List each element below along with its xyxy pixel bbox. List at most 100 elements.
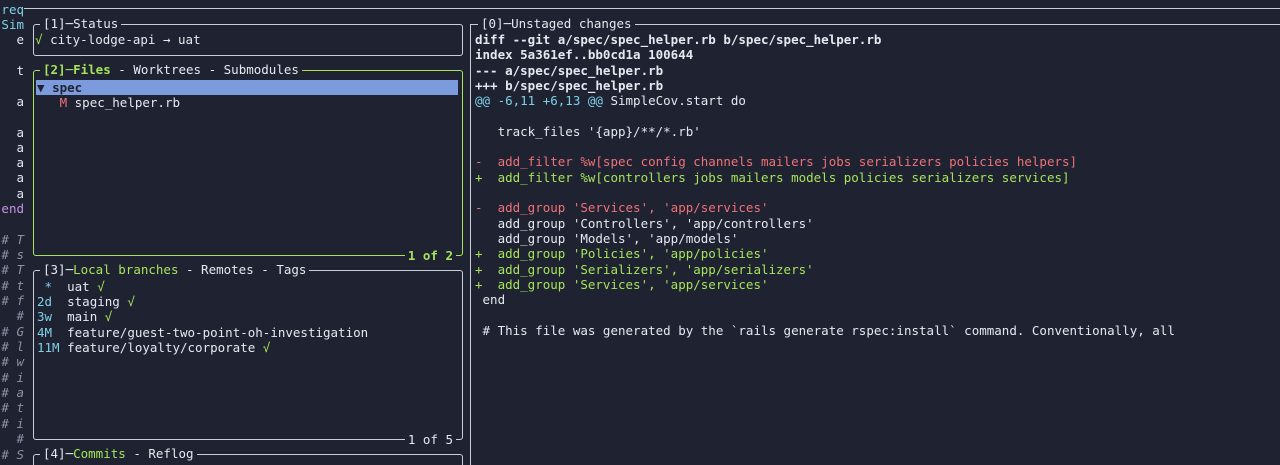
- diff-line[interactable]: diff --git a/spec/spec_helper.rb b/spec/…: [475, 32, 881, 47]
- diff-panel-border-left: [470, 24, 471, 465]
- gutter-line: # s: [1, 247, 24, 262]
- gutter-line: # T: [1, 232, 24, 247]
- file-tree-dir-row[interactable]: ▼ spec: [34, 80, 462, 95]
- branch-name: main: [67, 309, 98, 324]
- diff-text: - add_group 'Services', 'app/services': [475, 200, 769, 216]
- gutter-line: t: [16, 63, 24, 78]
- diff-text: + add_group 'Serializers', 'app/serializ…: [475, 261, 814, 277]
- gutter-line: a: [16, 170, 24, 185]
- check-icon: √: [262, 340, 271, 355]
- tab-reflog[interactable]: Reflog: [148, 446, 193, 461]
- check-icon: √: [127, 294, 135, 309]
- diff-panel-title: [0]─Unstaged changes: [478, 16, 635, 31]
- diff-text: index 5a361ef..bb0cd1a 100644: [475, 47, 694, 63]
- branch-row[interactable]: * uat √: [37, 279, 105, 294]
- tab-local-branches[interactable]: Local branches: [73, 262, 178, 277]
- tab-commits[interactable]: Commits: [73, 446, 126, 461]
- diff-line[interactable]: @@ -6,11 +6,13 @@ SimpleCov.start do: [475, 93, 746, 108]
- diff-text: - add_filter %w[spec config channels mai…: [475, 154, 1078, 170]
- diff-text: end: [475, 292, 506, 308]
- diff-line[interactable]: # This file was generated by the `rails …: [475, 323, 1175, 338]
- branch-row[interactable]: 11M feature/loyalty/corporate √: [37, 340, 270, 355]
- diff-line[interactable]: end: [475, 292, 506, 308]
- branches-panel-title: [3]─Local branches - Remotes - Tags: [40, 262, 310, 277]
- branch-row[interactable]: 3w main √: [37, 309, 112, 324]
- branch-age: *: [37, 279, 53, 294]
- gutter-line: # w: [1, 354, 24, 369]
- gutter-line: #: [16, 308, 24, 323]
- gutter-line: a: [16, 94, 24, 109]
- tab-remotes[interactable]: Remotes: [201, 262, 254, 277]
- branch-age: 4M: [37, 325, 53, 340]
- diff-text: + add_group 'Services', 'app/services': [475, 276, 769, 292]
- diff-text: add_group 'Controllers', 'app/controller…: [475, 215, 814, 231]
- gutter-line: #: [16, 431, 24, 446]
- diff-line[interactable]: --- a/spec/spec_helper.rb: [475, 63, 663, 78]
- branches-panel[interactable]: [3]─Local branches - Remotes - Tags * ua…: [33, 262, 463, 447]
- hunk-header: @@ -6,11 +6,13 @@: [475, 93, 603, 109]
- diff-line[interactable]: +++ b/spec/spec_helper.rb: [475, 78, 663, 93]
- tab-files[interactable]: Files: [73, 62, 111, 77]
- repo-name: city-lodge-api: [50, 32, 156, 47]
- branch-age: 3w: [37, 309, 53, 324]
- diff-line[interactable]: track_files '{app}/**/*.rb': [475, 124, 701, 139]
- gutter-line: # l: [1, 339, 24, 354]
- diff-line[interactable]: - add_filter %w[spec config channels mai…: [475, 154, 1077, 169]
- files-panel-title: [2]─Files - Worktrees - Submodules: [40, 62, 302, 77]
- diff-line[interactable]: + add_group 'Serializers', 'app/serializ…: [475, 262, 814, 277]
- check-icon: √: [97, 279, 105, 294]
- file-name: spec_helper.rb: [74, 95, 180, 110]
- tab-worktrees[interactable]: Worktrees: [133, 62, 201, 77]
- gutter-line: a: [16, 155, 24, 170]
- diff-line[interactable]: index 5a361ef..bb0cd1a 100644: [475, 47, 693, 62]
- gutter-line: a: [16, 140, 24, 155]
- files-panel[interactable]: [2]─Files - Worktrees - Submodules ▼ spe…: [33, 62, 463, 263]
- diff-text: --- a/spec/spec_helper.rb: [475, 62, 664, 78]
- diff-text: track_files '{app}/**/*.rb': [475, 123, 701, 139]
- gutter-line: req: [1, 2, 24, 17]
- diff-line[interactable]: + add_filter %w[controllers jobs mailers…: [475, 170, 1070, 185]
- gutter-line: Sim: [1, 17, 24, 32]
- gutter-line: a: [16, 186, 24, 201]
- hunk-context: SimpleCov.start do: [602, 93, 746, 109]
- diff-text: add_group 'Models', 'app/models': [475, 230, 739, 246]
- diff-view[interactable]: diff --git a/spec/spec_helper.rb b/spec/…: [475, 32, 1275, 352]
- status-panel[interactable]: [1]─Status √ city-lodge-api → uat: [33, 16, 463, 56]
- gutter-line: # t: [1, 400, 24, 415]
- file-status-badge: M: [59, 95, 68, 110]
- branch-age: 11M: [37, 340, 60, 355]
- diff-text: + add_group 'Policies', 'app/policies': [475, 246, 769, 262]
- gutter-line: a: [16, 125, 24, 140]
- gutter-line: # G: [1, 324, 24, 339]
- branch-row[interactable]: 4M feature/guest-two-point-oh-investigat…: [37, 325, 368, 340]
- gutter-line: # i: [1, 370, 24, 385]
- tab-tags[interactable]: Tags: [276, 262, 306, 277]
- dir-name: spec: [52, 80, 83, 95]
- branches-panel-footer: 1 of 5: [404, 432, 456, 447]
- diff-text: +++ b/spec/spec_helper.rb: [475, 77, 664, 93]
- branch-row[interactable]: 2d staging √: [37, 294, 135, 309]
- commits-panel-title: [4]─Commits - Reflog: [40, 446, 197, 461]
- diff-text: + add_filter %w[controllers jobs mailers…: [475, 169, 1070, 185]
- gutter-line: # S: [1, 447, 24, 462]
- tab-submodules[interactable]: Submodules: [224, 62, 299, 77]
- diff-line[interactable]: + add_group 'Policies', 'app/policies': [475, 246, 769, 261]
- diff-text: # This file was generated by the `rails …: [475, 322, 1175, 338]
- diff-line[interactable]: + add_group 'Services', 'app/services': [475, 277, 769, 292]
- commits-panel[interactable]: [4]─Commits - Reflog: [33, 446, 463, 465]
- branch-name: uat: [67, 279, 90, 294]
- window-top-edge: [24, 8, 1280, 9]
- diff-text: diff --git a/spec/spec_helper.rb b/spec/…: [475, 32, 882, 47]
- status-line[interactable]: √ city-lodge-api → uat: [35, 32, 201, 47]
- gutter-line: # f: [1, 293, 24, 308]
- diff-line[interactable]: add_group 'Models', 'app/models': [475, 230, 739, 246]
- check-icon: √: [35, 32, 43, 47]
- branch-name: staging: [67, 294, 120, 309]
- current-branch: uat: [178, 32, 201, 47]
- gutter-line: # a: [1, 385, 24, 400]
- diff-line[interactable]: - add_group 'Services', 'app/services': [475, 200, 769, 215]
- file-tree-file-row[interactable]: M spec_helper.rb: [37, 95, 180, 110]
- branch-name: feature/loyalty/corporate: [67, 340, 256, 355]
- branch-name: feature/guest-two-point-oh-investigation: [67, 325, 369, 340]
- diff-line[interactable]: add_group 'Controllers', 'app/controller…: [475, 216, 814, 231]
